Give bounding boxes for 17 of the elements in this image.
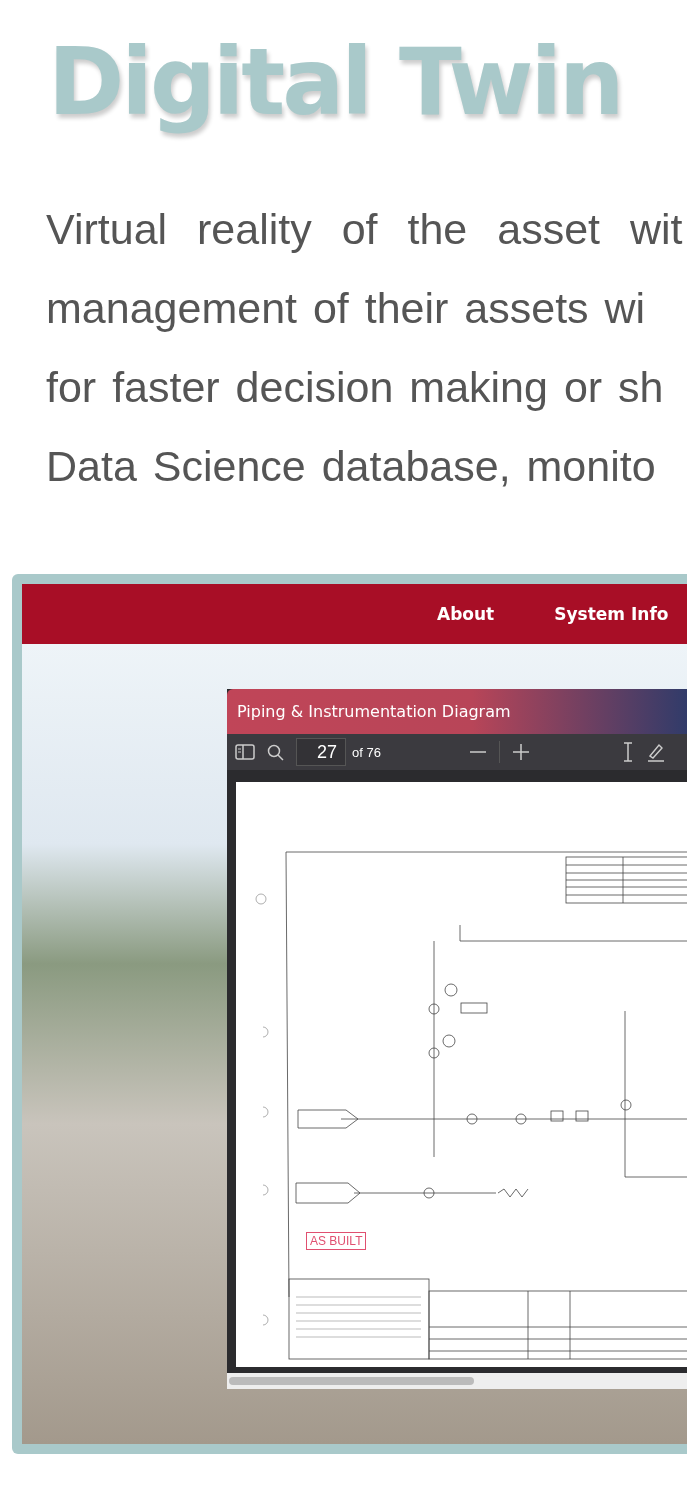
pen-icon[interactable] (645, 742, 666, 762)
paragraph-line: for faster decision making or sh (46, 362, 665, 413)
page-count: of 76 (352, 744, 381, 760)
paragraph-line: Data Science database, monito (46, 441, 657, 492)
search-icon[interactable] (267, 743, 284, 761)
page-heading: Digital Twin (48, 28, 623, 138)
paragraph-line: Virtual reality of the asset wit (46, 204, 684, 255)
page-number-field[interactable]: 27 (296, 738, 346, 766)
as-built-stamp: AS BUILT (306, 1232, 367, 1250)
scrollbar-thumb[interactable] (229, 1377, 474, 1385)
sidebar-toggle-icon[interactable] (235, 744, 255, 760)
viewer-title: Piping & Instrumentation Diagram (237, 702, 511, 721)
paragraph-line: management of their assets wi (46, 283, 647, 334)
nav-link[interactable]: About (437, 604, 495, 624)
nav-link[interactable]: System Info (554, 604, 669, 624)
zoom-in-icon[interactable] (511, 743, 530, 761)
text-cursor-icon[interactable] (621, 742, 634, 762)
